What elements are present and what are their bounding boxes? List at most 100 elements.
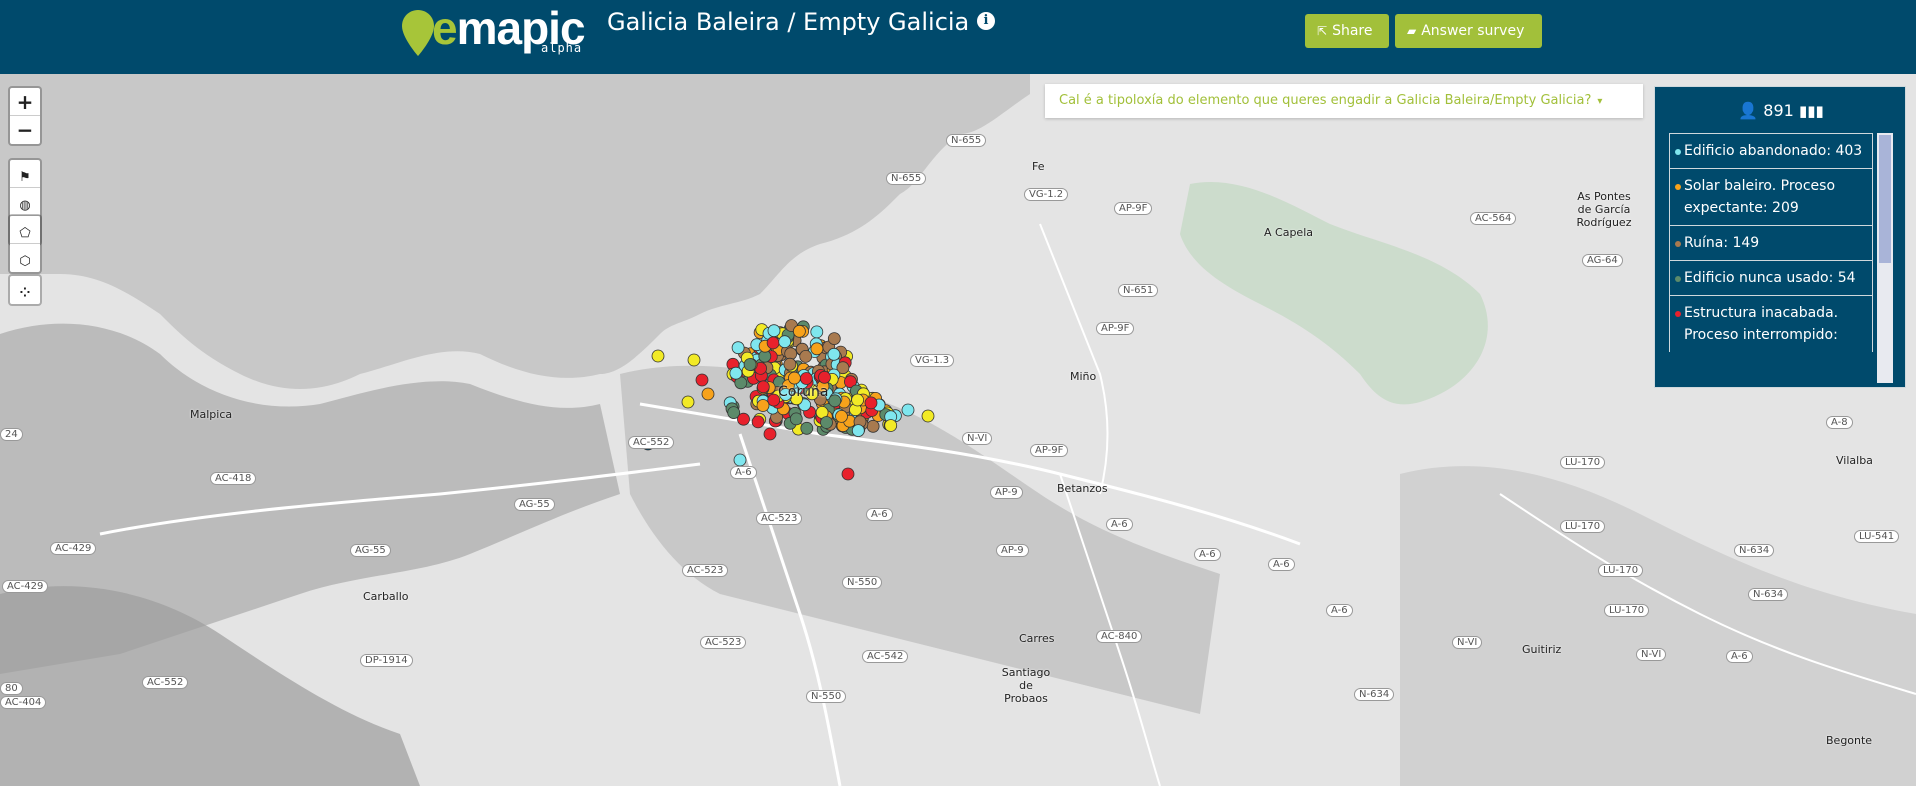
survey-marker[interactable] [743, 358, 757, 371]
cluster-button[interactable]: ⁘ [10, 276, 40, 304]
zoom-control: + − [8, 86, 42, 146]
road-shield: LU-170 [1598, 564, 1644, 577]
road-shield: AC-429 [50, 542, 97, 555]
legend-panel: 👤 891 ▮▮▮ Edificio abandonado: 403 Solar… [1654, 86, 1906, 388]
legend-label: Ruína: 149 [1684, 235, 1760, 251]
road-shield: 80 [0, 682, 23, 695]
survey-marker[interactable] [695, 373, 709, 387]
survey-marker[interactable] [921, 409, 935, 423]
survey-marker[interactable] [778, 335, 792, 349]
place-label: A Capela [1264, 226, 1313, 239]
globe-button[interactable]: ◍ [10, 188, 40, 216]
map-canvas[interactable]: Malpica Carballo Betanzos Miño A Capela … [0, 74, 1916, 786]
road-shield: A-6 [1726, 650, 1753, 663]
road-shield: AP-9F [1114, 202, 1153, 215]
survey-marker[interactable] [793, 324, 806, 338]
survey-marker[interactable] [841, 467, 855, 481]
road-shield: AP-9 [990, 486, 1023, 499]
road-shield: AG-64 [1582, 254, 1623, 267]
info-icon[interactable]: i [977, 12, 995, 30]
place-label: Miño [1070, 370, 1097, 383]
bar-chart-icon[interactable]: ▮▮▮ [1799, 102, 1824, 120]
cluster-icon: ⁘ [19, 286, 31, 301]
legend-label: Edificio nunca usado: 54 [1684, 270, 1856, 286]
survey-marker[interactable] [828, 394, 842, 408]
flag-button[interactable]: ⚑ [10, 160, 40, 188]
survey-marker[interactable] [799, 349, 813, 363]
draw-lasso-button[interactable]: ⬡ [10, 244, 40, 272]
survey-marker[interactable] [756, 380, 770, 394]
road-shield: N-634 [1734, 544, 1775, 557]
survey-marker[interactable] [800, 421, 814, 435]
answer-survey-button[interactable]: ▰ Answer survey [1395, 14, 1542, 48]
road-shield: A-6 [866, 508, 893, 521]
survey-marker[interactable] [820, 416, 833, 429]
survey-marker[interactable] [901, 403, 915, 417]
place-label: Santiago de Probaos [1001, 666, 1051, 705]
scroll-thumb[interactable] [1879, 135, 1891, 263]
question-select[interactable]: Cal é a tipoloxía do elemento que queres… [1045, 84, 1643, 118]
legend-dot [1675, 311, 1681, 317]
road-shield: A-6 [1326, 604, 1353, 617]
survey-marker[interactable] [866, 419, 880, 433]
road-shield: AP-9 [996, 544, 1029, 557]
legend-item[interactable]: Edificio nunca usado: 54 [1669, 260, 1873, 295]
survey-marker[interactable] [827, 347, 841, 361]
survey-marker[interactable] [701, 387, 715, 401]
legend-dot [1675, 149, 1681, 155]
survey-marker[interactable] [681, 395, 695, 409]
survey-marker[interactable] [851, 424, 865, 438]
road-shield: LU-170 [1560, 456, 1606, 469]
survey-marker[interactable] [751, 415, 765, 429]
survey-marker[interactable] [731, 341, 745, 355]
survey-marker[interactable] [788, 371, 801, 385]
survey-marker[interactable] [729, 366, 743, 380]
legend-item[interactable]: Ruína: 149 [1669, 225, 1873, 260]
survey-marker[interactable] [818, 370, 831, 384]
survey-marker[interactable] [651, 349, 665, 363]
survey-marker[interactable] [763, 427, 777, 441]
draw-polygon-button[interactable]: ⬠ [10, 216, 40, 244]
legend-item[interactable]: Estructura inacabada. Proceso interrompi… [1669, 295, 1873, 352]
survey-marker[interactable] [810, 342, 824, 356]
emapic-logo[interactable]: emapic alpha [402, 2, 586, 56]
legend-scrollbar[interactable] [1877, 133, 1893, 383]
road-shield: N-655 [886, 172, 927, 185]
survey-marker[interactable] [737, 412, 750, 426]
survey-marker[interactable] [864, 396, 878, 410]
top-bar: emapic alpha Galicia Baleira / Empty Gal… [0, 0, 1916, 74]
survey-marker[interactable] [687, 353, 701, 367]
survey-marker[interactable] [884, 419, 898, 432]
legend-dot [1675, 276, 1681, 282]
survey-marker[interactable] [767, 324, 781, 338]
road-shield: N-651 [1118, 284, 1159, 297]
survey-marker[interactable] [800, 372, 813, 385]
survey-marker[interactable] [835, 409, 848, 423]
road-shield: AP-9F [1030, 444, 1069, 457]
legend-item[interactable]: Edificio abandonado: 403 [1669, 133, 1873, 168]
road-shield: AC-552 [142, 676, 189, 689]
survey-marker[interactable] [733, 453, 747, 467]
place-label: Coruña [778, 384, 829, 400]
road-shield: AP-9F [1096, 322, 1135, 335]
survey-marker[interactable] [827, 332, 841, 346]
road-shield: N-634 [1748, 588, 1789, 601]
share-button[interactable]: ⇱ Share [1305, 14, 1389, 48]
road-shield: A-6 [1106, 518, 1133, 531]
survey-marker[interactable] [789, 412, 803, 426]
road-shield: AG-55 [514, 498, 555, 511]
survey-marker[interactable] [851, 393, 864, 407]
road-shield: N-550 [842, 576, 883, 589]
survey-marker[interactable] [810, 325, 824, 339]
legend-item[interactable]: Solar baleiro. Proceso expectante: 209 [1669, 168, 1873, 225]
place-label: Begonte [1826, 734, 1873, 747]
survey-marker[interactable] [766, 336, 780, 350]
place-label: Malpica [190, 408, 233, 421]
zoom-in-button[interactable]: + [10, 88, 40, 116]
user-icon: 👤 [1738, 101, 1759, 120]
zoom-out-button[interactable]: − [10, 116, 40, 144]
survey-marker[interactable] [756, 399, 770, 412]
flag-icon: ⚑ [19, 170, 31, 185]
survey-marker[interactable] [783, 357, 797, 371]
road-shield: N-550 [806, 690, 847, 703]
